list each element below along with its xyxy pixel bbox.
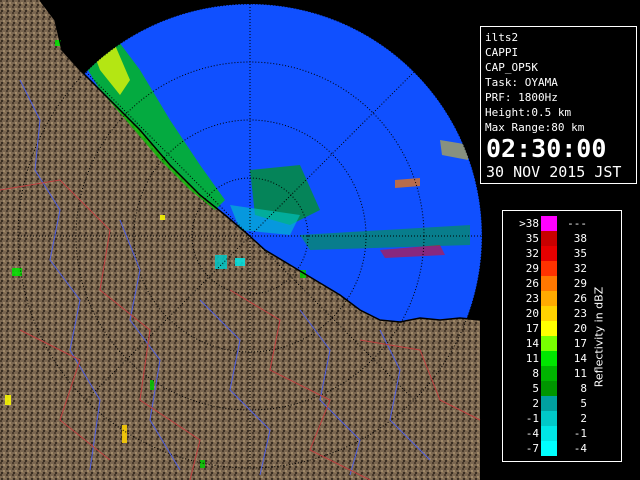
- time-display: 02:30:00: [486, 134, 607, 163]
- legend-swatch: [541, 291, 557, 306]
- legend-high-value: 17: [573, 337, 587, 350]
- legend-high-value: -4: [573, 442, 587, 455]
- legend-row: 25: [503, 396, 621, 411]
- legend-row: 32 35: [503, 246, 621, 261]
- legend-swatch: [541, 231, 557, 246]
- legend-low-value: 17: [525, 322, 539, 335]
- legend-high-value: 8: [580, 382, 587, 395]
- legend-low-value: 26: [525, 277, 539, 290]
- legend-high-value: 32: [573, 262, 587, 275]
- legend-swatch: [541, 276, 557, 291]
- legend-low-value: -7: [525, 442, 539, 455]
- legend-low-value: 5: [532, 382, 539, 395]
- legend-high-value: 23: [573, 307, 587, 320]
- task-label: Task: OYAMA: [485, 76, 558, 89]
- reflectivity-legend: >38 --- 35 38 32 35 29 32 26 29 23 26 20 23 17 20 14 17 11…: [502, 210, 622, 462]
- product-code: CAP_OP5K: [485, 61, 538, 74]
- legend-low-value: 11: [525, 352, 539, 365]
- radar-info-panel: ilts2 CAPPI CAP_OP5K Task: OYAMA PRF: 18…: [480, 26, 637, 184]
- legend-high-value: 5: [580, 397, 587, 410]
- product-name: CAPPI: [485, 46, 519, 59]
- legend-row: >38 ---: [503, 216, 621, 231]
- legend-swatch: [541, 381, 557, 396]
- legend-swatch: [541, 351, 557, 366]
- legend-swatch: [541, 396, 557, 411]
- prf-label: PRF: 1800Hz: [485, 91, 558, 104]
- legend-swatch: [541, 216, 557, 231]
- legend-row: -4 -1: [503, 426, 621, 441]
- legend-high-value: 38: [573, 232, 587, 245]
- legend-low-value: 23: [525, 292, 539, 305]
- legend-high-value: 14: [573, 352, 587, 365]
- legend-row: -7 -4: [503, 441, 621, 456]
- height-label: Height:0.5 km: [485, 106, 572, 119]
- legend-high-value: ---: [567, 217, 587, 230]
- legend-high-value: 20: [573, 322, 587, 335]
- legend-low-value: >38: [519, 217, 539, 230]
- legend-low-value: 2: [532, 397, 539, 410]
- legend-swatch: [541, 411, 557, 426]
- legend-low-value: 20: [525, 307, 539, 320]
- legend-swatch: [541, 336, 557, 351]
- legend-high-value: 2: [580, 412, 587, 425]
- date-display: 30 NOV 2015 JST: [486, 163, 622, 181]
- legend-swatch: [541, 261, 557, 276]
- legend-unit-label: Reflectivity in dBZ: [592, 286, 606, 388]
- legend-row: 35 38: [503, 231, 621, 246]
- legend-low-value: -4: [525, 427, 539, 440]
- legend-low-value: 29: [525, 262, 539, 275]
- legend-low-value: 32: [525, 247, 539, 260]
- legend-swatch: [541, 321, 557, 336]
- legend-swatch: [541, 426, 557, 441]
- legend-low-value: 14: [525, 337, 539, 350]
- legend-low-value: 35: [525, 232, 539, 245]
- legend-low-value: -1: [525, 412, 539, 425]
- legend-row: 29 32: [503, 261, 621, 276]
- legend-swatch: [541, 306, 557, 321]
- legend-high-value: 11: [573, 367, 587, 380]
- legend-swatch: [541, 441, 557, 456]
- legend-swatch: [541, 366, 557, 381]
- legend-high-value: -1: [573, 427, 587, 440]
- legend-row: -1 2: [503, 411, 621, 426]
- legend-swatch: [541, 246, 557, 261]
- legend-low-value: 8: [532, 367, 539, 380]
- legend-high-value: 29: [573, 277, 587, 290]
- max-range-label: Max Range:80 km: [485, 121, 585, 134]
- legend-high-value: 26: [573, 292, 587, 305]
- site-name: ilts2: [485, 31, 519, 44]
- legend-high-value: 35: [573, 247, 587, 260]
